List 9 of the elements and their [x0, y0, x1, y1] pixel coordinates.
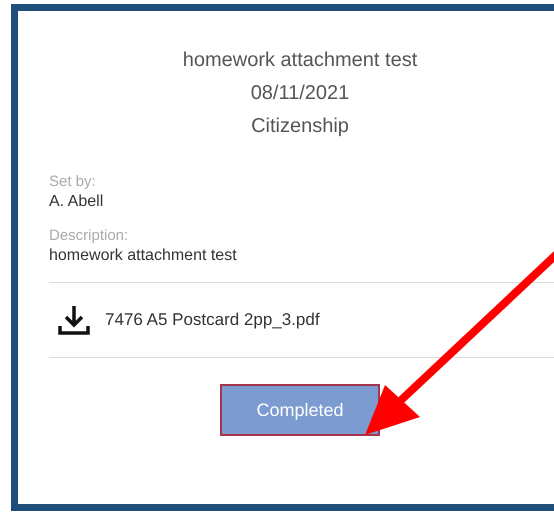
detail-value: A. Abell: [49, 192, 104, 212]
detail-label: Description:: [49, 226, 130, 246]
attachment-link[interactable]: 7476 A5 Postcard 2pp_3.pdf: [105, 310, 320, 330]
detail-label: Set by:: [49, 172, 97, 192]
due-date: 08/11/2021: [250, 82, 350, 105]
detail-value: homework attachment test: [49, 246, 238, 266]
homework-title: homework attachment test: [182, 49, 418, 72]
subject-name: Citizenship: [251, 115, 349, 138]
download-icon[interactable]: [57, 304, 91, 336]
